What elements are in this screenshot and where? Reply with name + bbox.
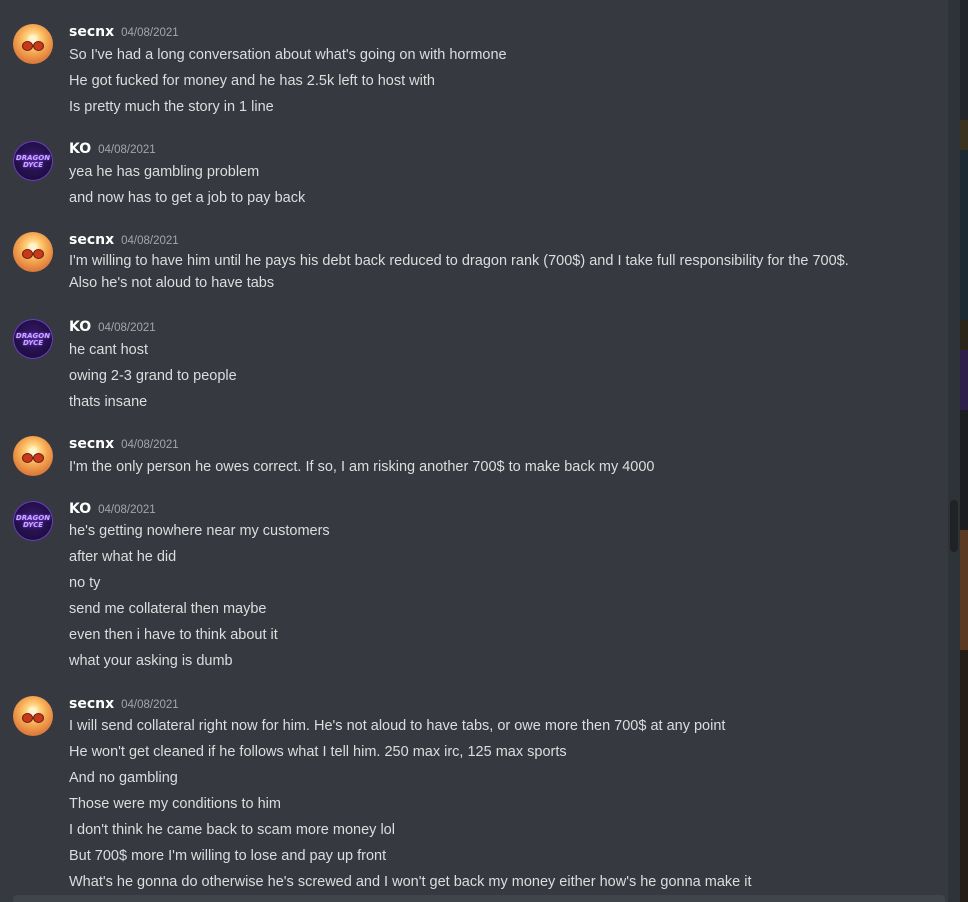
message-header: KO 04/08/2021 bbox=[69, 141, 156, 161]
message-line: But 700$ more I'm willing to lose and pa… bbox=[69, 848, 387, 864]
message-lines: So I've had a long conversation about wh… bbox=[69, 42, 939, 120]
message-line: He got fucked for money and he has 2.5k … bbox=[69, 73, 435, 89]
message-line: no ty bbox=[69, 575, 101, 591]
message-line: he cant host bbox=[69, 342, 148, 358]
username[interactable]: secnx bbox=[69, 696, 114, 712]
message-line: I'm willing to have him until he pays hi… bbox=[69, 253, 849, 269]
message-line: I don't think he came back to scam more … bbox=[69, 822, 395, 838]
timestamp: 04/08/2021 bbox=[121, 27, 179, 39]
message-line: owing 2-3 grand to people bbox=[69, 368, 237, 384]
message-line: I will send collateral right now for him… bbox=[69, 718, 726, 734]
message-line: after what he did bbox=[69, 549, 177, 565]
username[interactable]: secnx bbox=[69, 24, 114, 40]
message-line: Is pretty much the story in 1 line bbox=[69, 99, 274, 115]
timestamp: 04/08/2021 bbox=[98, 144, 156, 156]
message-lines: I will send collateral right now for him… bbox=[69, 713, 939, 895]
avatar[interactable] bbox=[13, 24, 53, 64]
message-line: he's getting nowhere near my customers bbox=[69, 523, 330, 539]
avatar[interactable]: DRAGON DYCE bbox=[13, 141, 53, 181]
avatar[interactable] bbox=[13, 696, 53, 736]
sunglasses-icon bbox=[22, 453, 44, 463]
scrollbar-track[interactable] bbox=[948, 0, 960, 902]
message-lines: yea he has gambling problem and now has … bbox=[69, 159, 939, 211]
avatar[interactable] bbox=[13, 436, 53, 476]
message-line: even then i have to think about it bbox=[69, 627, 278, 643]
sunglasses-icon bbox=[22, 41, 44, 51]
timestamp: 04/08/2021 bbox=[98, 322, 156, 334]
message-lines: he's getting nowhere near my customers a… bbox=[69, 518, 939, 674]
message-line: Also he's not aloud to have tabs bbox=[69, 275, 275, 291]
dragon-logo-icon: DRAGON DYCE bbox=[15, 332, 51, 347]
message-header: secnx 04/08/2021 bbox=[69, 436, 179, 456]
horizontal-scrollbar[interactable] bbox=[13, 895, 945, 902]
message-line: thats insane bbox=[69, 394, 148, 410]
username[interactable]: secnx bbox=[69, 436, 114, 452]
avatar[interactable]: DRAGON DYCE bbox=[13, 501, 53, 541]
message-line: I'm the only person he owes correct. If … bbox=[69, 459, 655, 475]
message-header: secnx 04/08/2021 bbox=[69, 232, 179, 252]
dragon-logo-icon: DRAGON DYCE bbox=[15, 514, 51, 529]
message-header: KO 04/08/2021 bbox=[69, 319, 156, 339]
message-line: and now has to get a job to pay back bbox=[69, 190, 306, 206]
avatar[interactable] bbox=[13, 232, 53, 272]
message-line: What's he gonna do otherwise he's screwe… bbox=[69, 874, 752, 890]
username[interactable]: KO bbox=[69, 501, 91, 517]
message-line: what your asking is dumb bbox=[69, 653, 233, 669]
message-line: So I've had a long conversation about wh… bbox=[69, 47, 507, 63]
username[interactable]: KO bbox=[69, 319, 91, 335]
timestamp: 04/08/2021 bbox=[121, 439, 179, 451]
chat-message-list: secnx 04/08/2021 So I've had a long conv… bbox=[0, 0, 948, 902]
message-lines: I'm willing to have him until he pays hi… bbox=[69, 250, 939, 294]
avatar[interactable]: DRAGON DYCE bbox=[13, 319, 53, 359]
message-line: Those were my conditions to him bbox=[69, 796, 281, 812]
message-line: send me collateral then maybe bbox=[69, 601, 267, 617]
sunglasses-icon bbox=[22, 249, 44, 259]
timestamp: 04/08/2021 bbox=[121, 699, 179, 711]
message-lines: I'm the only person he owes correct. If … bbox=[69, 454, 939, 480]
message-lines: he cant host owing 2-3 grand to people t… bbox=[69, 337, 939, 415]
sunglasses-icon bbox=[22, 713, 44, 723]
message-line: And no gambling bbox=[69, 770, 178, 786]
message-line: He won't get cleaned if he follows what … bbox=[69, 744, 567, 760]
scrollbar-thumb[interactable] bbox=[950, 500, 958, 552]
username[interactable]: KO bbox=[69, 141, 91, 157]
timestamp: 04/08/2021 bbox=[98, 504, 156, 516]
message-line: yea he has gambling problem bbox=[69, 164, 260, 180]
timestamp: 04/08/2021 bbox=[121, 235, 179, 247]
dragon-logo-icon: DRAGON DYCE bbox=[15, 154, 51, 169]
message-header: secnx 04/08/2021 bbox=[69, 24, 179, 44]
background-window-strip bbox=[960, 0, 968, 902]
username[interactable]: secnx bbox=[69, 232, 114, 248]
